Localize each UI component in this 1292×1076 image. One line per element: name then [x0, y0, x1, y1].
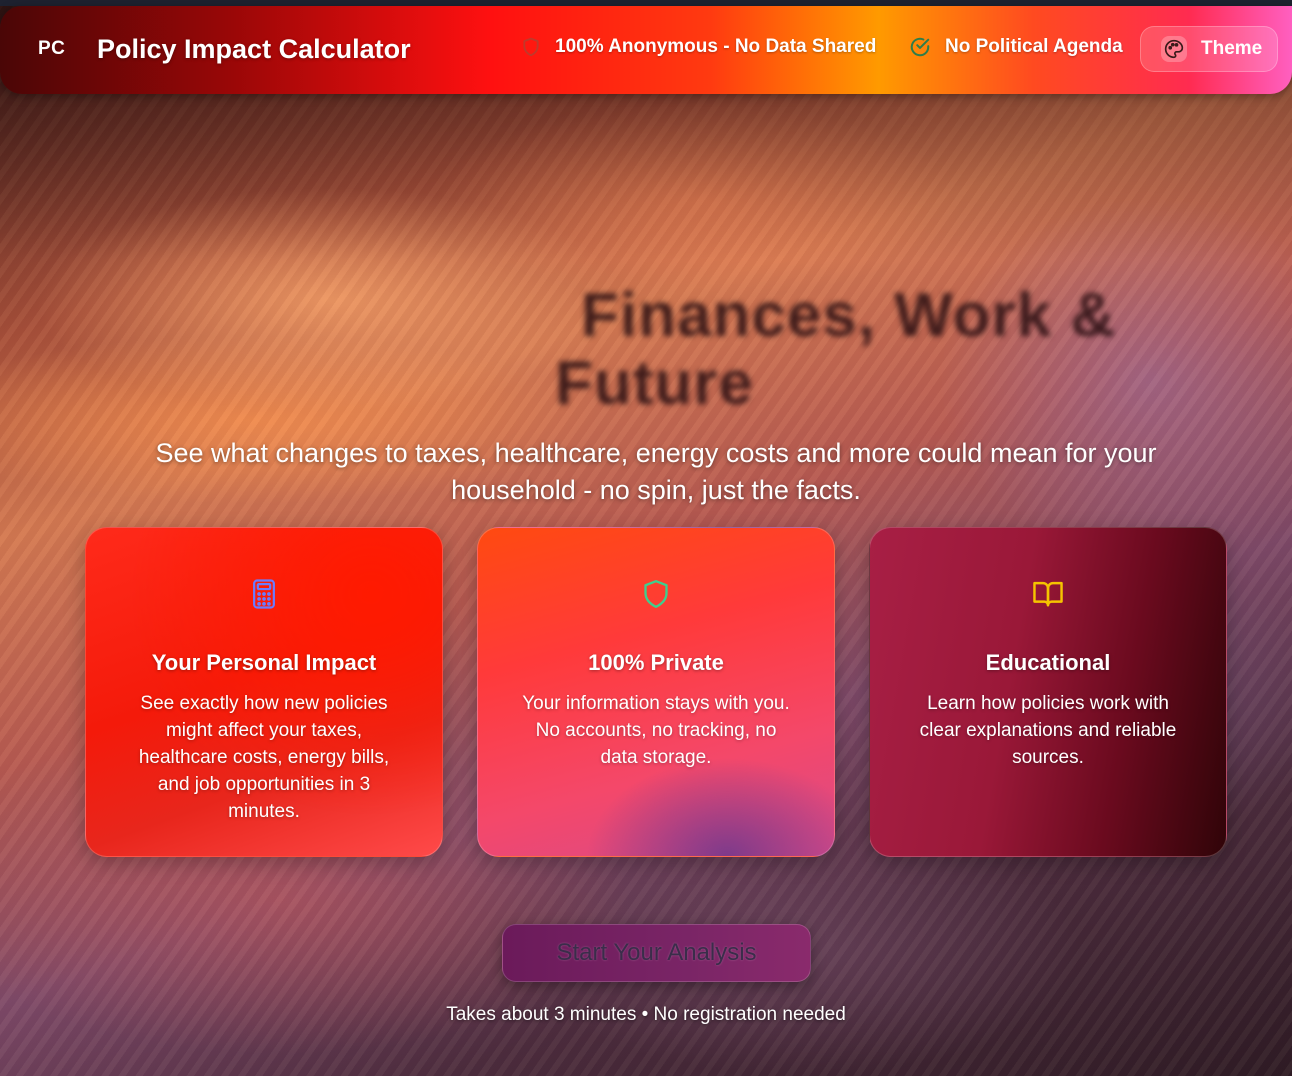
- app-logo[interactable]: PC: [38, 38, 65, 60]
- theme-button[interactable]: Theme: [1140, 26, 1278, 72]
- feature-card-educational: Educational Learn how policies work with…: [869, 527, 1227, 857]
- calculator-icon: [253, 579, 275, 609]
- anonymous-badge: 100% Anonymous - No Data Shared: [521, 36, 876, 58]
- cta-footnote: Takes about 3 minutes • No registration …: [446, 1004, 846, 1025]
- start-analysis-button[interactable]: Start Your Analysis: [502, 924, 811, 982]
- feature-card-personal-impact: Your Personal Impact See exactly how new…: [85, 527, 443, 857]
- hero-heading-line-2: Future: [555, 348, 754, 418]
- card-title: Your Personal Impact: [151, 650, 377, 675]
- shield-icon: [523, 37, 539, 57]
- shield-icon: [644, 580, 668, 608]
- card-description: See exactly how new policies might affec…: [138, 693, 390, 822]
- card-title: Educational: [985, 650, 1111, 675]
- hero-subtitle: See what changes to taxes, healthcare, e…: [155, 438, 1157, 505]
- anonymous-badge-label: 100% Anonymous - No Data Shared: [555, 36, 877, 57]
- hero-heading: Finances, Work & Future: [555, 280, 1175, 418]
- hero-heading-line-1: Finances, Work &: [581, 280, 1117, 350]
- palette-icon: [1161, 36, 1187, 62]
- app-title[interactable]: Policy Impact Calculator: [97, 34, 411, 65]
- card-description: Your information stays with you. No acco…: [522, 693, 790, 768]
- theme-button-label: Theme: [1201, 38, 1263, 59]
- no-agenda-badge-label: No Political Agenda: [945, 36, 1123, 57]
- page: PC Policy Impact Calculator 100% Anonymo…: [0, 0, 1292, 1076]
- feature-card-private: 100% Private Your information stays with…: [477, 527, 835, 857]
- check-circle-icon: [910, 37, 930, 57]
- book-open-icon: [1033, 581, 1063, 607]
- app-header: PC Policy Impact Calculator 100% Anonymo…: [0, 6, 1292, 94]
- card-description: Learn how policies work with clear expla…: [919, 693, 1177, 768]
- no-agenda-badge: No Political Agenda: [909, 36, 1123, 58]
- card-title: 100% Private: [588, 650, 724, 675]
